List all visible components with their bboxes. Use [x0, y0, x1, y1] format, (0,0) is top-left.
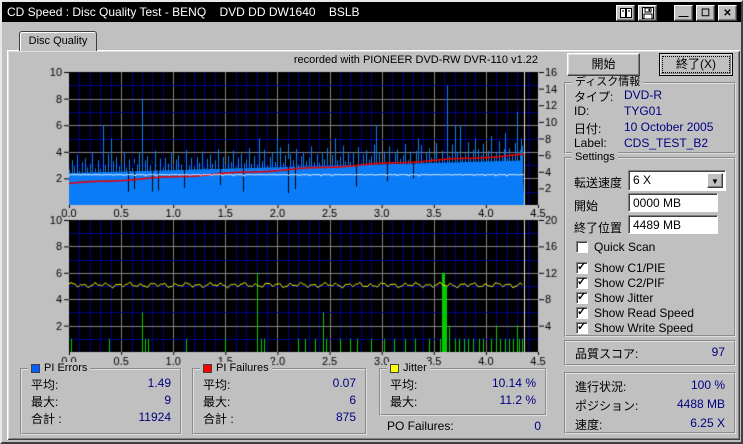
jitter-legend-swatch: [390, 364, 399, 373]
settings-title: Settings: [572, 151, 618, 164]
start-button[interactable]: 開始: [567, 53, 640, 76]
stat-row: 合計 :875: [203, 410, 356, 427]
end-pos-input[interactable]: 4489 MB: [628, 215, 718, 234]
stat-row: 平均:0.07: [203, 376, 356, 393]
disc-info-group: ディスク情報 タイプ: DVD-R ID: TYG01 日付: 10 Octob…: [564, 82, 736, 154]
pi-errors-legend-label: PI Errors: [44, 362, 87, 375]
disc-date-row: 日付:: [574, 120, 601, 137]
progress-box: 進行状況:100 % ポジション:4488 MB 速度:6.25 X: [564, 372, 736, 434]
progress-row: 進行状況:100 %: [566, 378, 734, 395]
checkbox-show-c2-pif[interactable]: Show C2/PIF: [576, 276, 665, 290]
minimize-button[interactable]: —: [674, 5, 693, 21]
speed-label: 転送速度: [574, 174, 622, 191]
chevron-down-icon[interactable]: ▼: [707, 173, 723, 188]
speed-row: 速度:6.25 X: [566, 416, 734, 433]
stat-row: 平均:10.14 %: [390, 376, 536, 393]
pi-failures-legend-swatch: [203, 364, 212, 373]
checkbox-box[interactable]: [576, 277, 588, 289]
disc-id-row: ID:: [574, 104, 589, 118]
speed-combobox[interactable]: 6 X ▼: [628, 170, 726, 191]
end-pos-label: 終了位置: [574, 219, 622, 236]
stat-row: 平均:1.49: [31, 376, 171, 393]
settings-group: Settings 転送速度 6 X ▼ 開始 0000 MB 終了位置 4489…: [564, 157, 736, 337]
disc-label-row: Label:: [574, 136, 607, 150]
checkbox-show-read-speed[interactable]: Show Read Speed: [576, 306, 694, 320]
checkbox-box[interactable]: [576, 241, 588, 253]
pi-errors-chart: [32, 57, 558, 217]
po-failures-row: PO Failures:0: [387, 419, 541, 433]
window-title: CD Speed : Disc Quality Test - BENQ DVD …: [7, 5, 360, 19]
save-icon: [642, 7, 654, 19]
start-pos-label: 開始: [574, 197, 598, 214]
checkbox-show-c1-pie[interactable]: Show C1/PIE: [576, 261, 665, 275]
quality-score-box: 品質スコア: 97: [564, 340, 736, 366]
exit-button[interactable]: 終了(X): [659, 53, 733, 76]
pi-failures-legend-label: PI Failures: [216, 362, 269, 375]
stat-row: 最大:11.2 %: [390, 393, 536, 410]
close-button[interactable]: ✕: [718, 5, 737, 21]
checkbox-quick-scan[interactable]: Quick Scan: [576, 240, 655, 254]
checkbox-box[interactable]: [576, 307, 588, 319]
quality-score-value: 97: [712, 345, 725, 362]
stat-row: 最大:9: [31, 393, 171, 410]
pi-failures-stats-box: PI Failures 平均:0.07 最大:6 合計 :875: [192, 368, 367, 435]
quality-score-label: 品質スコア:: [575, 345, 638, 362]
tab-disc-quality[interactable]: Disc Quality: [19, 31, 97, 51]
pi-errors-stats-box: PI Errors 平均:1.49 最大:9 合計 :11924: [20, 368, 182, 435]
checkbox-box[interactable]: [576, 292, 588, 304]
close-icon: ✕: [723, 8, 731, 19]
position-row: ポジション:4488 MB: [566, 397, 734, 414]
checkbox-show-jitter[interactable]: Show Jitter: [576, 291, 653, 305]
maximize-icon: ☐: [701, 8, 710, 19]
stat-row: 合計 :11924: [31, 410, 171, 427]
minimize-icon: —: [679, 11, 689, 22]
jitter-stats-box: Jitter 平均:10.14 % 最大:11.2 %: [379, 368, 547, 416]
start-pos-input[interactable]: 0000 MB: [628, 193, 718, 212]
checkbox-box[interactable]: [576, 262, 588, 274]
save-button[interactable]: [638, 5, 657, 21]
checkbox-box[interactable]: [576, 322, 588, 334]
pi-errors-legend-swatch: [31, 364, 40, 373]
tab-label: Disc Quality: [29, 35, 88, 47]
pi-failures-jitter-chart: [32, 212, 558, 370]
maximize-button[interactable]: ☐: [696, 5, 715, 21]
checkbox-show-write-speed[interactable]: Show Write Speed: [576, 321, 693, 335]
disc-type-row: タイプ:: [574, 88, 613, 105]
jitter-legend-label: Jitter: [403, 362, 427, 375]
pages-icon-button[interactable]: [616, 5, 635, 21]
pages-icon: [619, 7, 633, 19]
app-window: CD Speed : Disc Quality Test - BENQ DVD …: [0, 0, 743, 444]
tab-page: recorded with PIONEER DVD-RW DVR-110 v1.…: [7, 50, 740, 440]
stat-row: 最大:6: [203, 393, 356, 410]
